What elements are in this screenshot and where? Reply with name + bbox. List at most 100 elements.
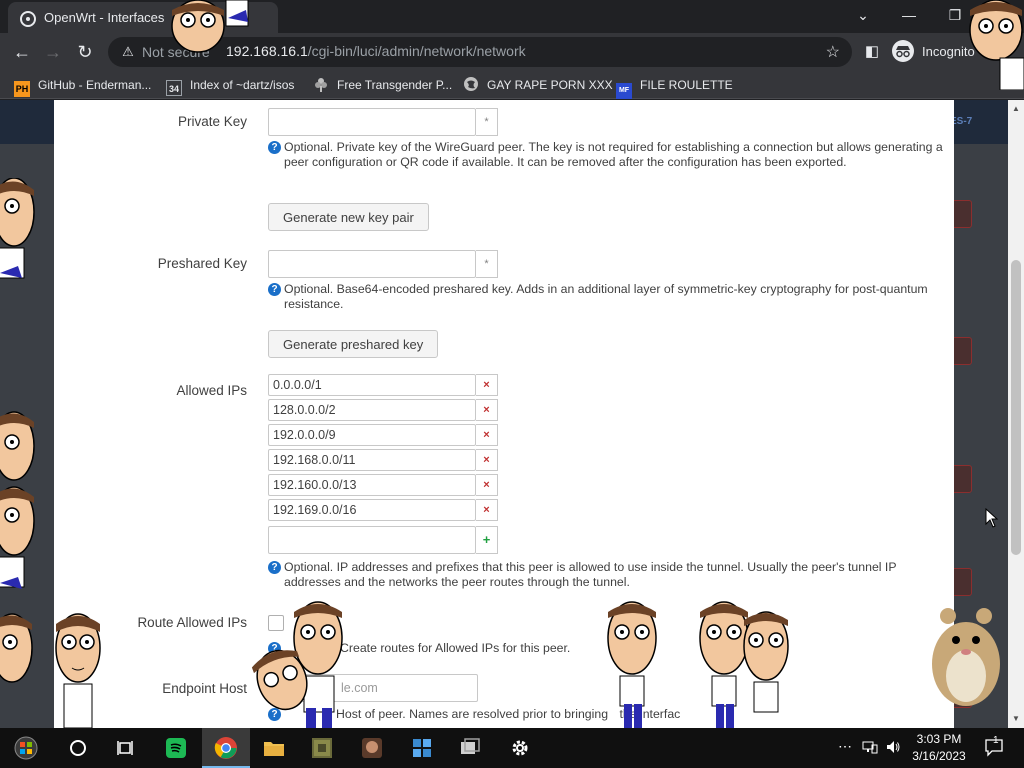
allowed-ip-input[interactable]: 128.0.0.0/2 xyxy=(268,399,476,421)
allowed-ip-input[interactable]: 0.0.0.0/1 xyxy=(268,374,476,396)
start-button[interactable] xyxy=(2,728,50,768)
notification-count: 1 xyxy=(993,735,999,746)
remove-ip-icon[interactable]: × xyxy=(476,399,498,421)
scrollbar-thumb[interactable] xyxy=(1011,260,1021,555)
cartoon-man-overlay-icon xyxy=(0,486,35,589)
allowed-ip-input[interactable]: 192.0.0.0/9 xyxy=(268,424,476,446)
incognito-icon xyxy=(892,40,914,62)
taskbar-clock[interactable]: 3:03 PM 3/16/2023 xyxy=(908,731,970,765)
help-text: Optional. Private key of the WireGuard p… xyxy=(284,140,943,169)
reload-icon[interactable]: ↻ xyxy=(70,37,100,67)
bookmark-github[interactable]: PH GitHub - Enderman... xyxy=(14,76,151,97)
bookmark-label: Index of ~dartz/isos xyxy=(190,78,295,92)
private-key-label: Private Key xyxy=(177,114,247,129)
remove-ip-icon[interactable]: × xyxy=(476,499,498,521)
bookmark-file-roulette[interactable]: MF FILE ROULETTE xyxy=(616,76,733,99)
scroll-up-arrow-icon[interactable]: ▲ xyxy=(1008,102,1024,116)
cartoon-man-overlay-icon xyxy=(607,601,657,728)
chrome-icon xyxy=(214,737,237,759)
help-text: Optional. IP addresses and prefixes that… xyxy=(284,560,897,589)
openwrt-favicon-icon xyxy=(20,11,36,27)
number-favicon-icon: 34 xyxy=(166,80,182,96)
settings-taskbar-app[interactable] xyxy=(496,728,544,768)
allowed-ips-help: ? Optional. IP addresses and prefixes th… xyxy=(268,560,948,590)
app-icon xyxy=(413,739,431,757)
file-explorer-icon xyxy=(264,742,284,756)
file-explorer-taskbar-app[interactable] xyxy=(250,728,298,768)
tab-title: OpenWrt - Interfaces xyxy=(44,10,165,25)
cartoon-man-overlay-icon xyxy=(0,178,35,279)
task-view-button[interactable] xyxy=(102,728,150,768)
bookmark-index-of-isos[interactable]: 34 Index of ~dartz/isos xyxy=(166,76,295,96)
bookmark-label: GAY RAPE PORN XXX xyxy=(487,78,613,92)
cortana-icon xyxy=(70,740,86,756)
screen: { "browser": { "tab_title": "OpenWrt - I… xyxy=(0,0,1024,768)
task-view-icon xyxy=(117,741,133,755)
bookmark-label: Free Transgender P... xyxy=(337,78,453,92)
generate-preshared-key-button[interactable]: Generate preshared key xyxy=(268,330,439,358)
back-arrow-icon[interactable]: ← xyxy=(7,37,37,67)
settings-icon xyxy=(512,740,528,756)
photo-taskbar-app[interactable] xyxy=(348,728,396,768)
page-scrollbar[interactable]: ▲ ▼ xyxy=(1008,100,1024,728)
new-allowed-ip-input[interactable] xyxy=(268,526,476,554)
hamster-overlay-icon xyxy=(932,608,1000,706)
app-taskbar-app[interactable] xyxy=(398,728,446,768)
globe-icon xyxy=(463,76,479,92)
cortana-button[interactable] xyxy=(54,728,102,768)
remove-ip-icon[interactable]: × xyxy=(476,449,498,471)
browser-toolbar: ← → ↻ ⚠ Not secure 192.168.16.1/cgi-bin/… xyxy=(0,33,1024,71)
cartoon-man-overlay-icon xyxy=(969,0,1024,90)
bookmark-globe-site[interactable]: GAY RAPE PORN XXX xyxy=(463,76,613,94)
add-ip-icon[interactable]: + xyxy=(476,526,498,554)
action-center-icon[interactable]: 1 xyxy=(984,735,1004,760)
cartoon-man-overlay-icon xyxy=(699,601,789,728)
forward-arrow-icon[interactable]: → xyxy=(38,37,68,67)
reveal-password-icon[interactable]: * xyxy=(476,250,498,278)
preshared-key-label: Preshared Key xyxy=(157,256,247,271)
clock-date: 3/16/2023 xyxy=(912,749,966,763)
generate-key-pair-button[interactable]: Generate new key pair xyxy=(268,203,429,231)
side-panel-icon[interactable]: ◧ xyxy=(857,37,887,67)
vm-app-icon xyxy=(461,738,480,754)
reveal-password-icon[interactable]: * xyxy=(476,108,498,136)
url-text[interactable]: 192.168.16.1/cgi-bin/luci/admin/network/… xyxy=(226,43,526,59)
remove-ip-icon[interactable]: × xyxy=(476,374,498,396)
help-text: Optional. Base64-encoded preshared key. … xyxy=(284,282,928,311)
network-icon[interactable] xyxy=(862,740,878,757)
allowed-ips-label: Allowed IPs xyxy=(176,383,247,398)
pornhub-favicon-icon: PH xyxy=(14,81,30,97)
allowed-ip-input[interactable]: 192.160.0.0/13 xyxy=(268,474,476,496)
help-icon: ? xyxy=(268,141,281,154)
spotify-taskbar-app[interactable] xyxy=(152,728,200,768)
minimize-icon[interactable]: — xyxy=(886,0,932,30)
photo-app-icon xyxy=(362,738,382,758)
help-icon: ? xyxy=(268,561,281,574)
show-hidden-icons-icon[interactable]: ⋯ xyxy=(838,738,852,755)
cartoon-man-overlay-icon xyxy=(171,0,249,53)
spotify-icon xyxy=(166,738,186,758)
volume-icon[interactable] xyxy=(885,740,901,757)
mf-favicon-icon: MF xyxy=(616,83,632,99)
page-content: ES-7 Private Key * ? Optional. Private k… xyxy=(0,100,1024,728)
peer-edit-modal: Private Key * ? Optional. Private key of… xyxy=(54,100,954,728)
remove-ip-icon[interactable]: × xyxy=(476,424,498,446)
scroll-down-arrow-icon[interactable]: ▼ xyxy=(1008,712,1024,726)
bookmarks-bar: PH GitHub - Enderman... 34 Index of ~dartz… xyxy=(0,71,1024,99)
allowed-ip-input[interactable]: 192.168.0.0/11 xyxy=(268,449,476,471)
chrome-taskbar-app[interactable] xyxy=(202,728,250,768)
vm-taskbar-app[interactable] xyxy=(446,728,494,768)
bookmark-free-transgender[interactable]: Free Transgender P... xyxy=(313,76,452,94)
start-icon xyxy=(14,736,38,760)
allowed-ip-input[interactable]: 192.169.0.0/16 xyxy=(268,499,476,521)
remove-ip-icon[interactable]: × xyxy=(476,474,498,496)
minecraft-icon xyxy=(312,738,332,758)
minecraft-taskbar-app[interactable] xyxy=(298,728,346,768)
bookmark-star-icon[interactable]: ☆ xyxy=(826,42,840,62)
help-icon: ? xyxy=(268,283,281,296)
private-key-input[interactable] xyxy=(268,108,476,136)
preshared-key-input[interactable] xyxy=(268,250,476,278)
warning-icon: ⚠ xyxy=(122,44,134,59)
cartoon-man-overlay-icon xyxy=(251,601,343,728)
tab-search-chevron-down-icon[interactable]: ⌄ xyxy=(840,0,886,30)
